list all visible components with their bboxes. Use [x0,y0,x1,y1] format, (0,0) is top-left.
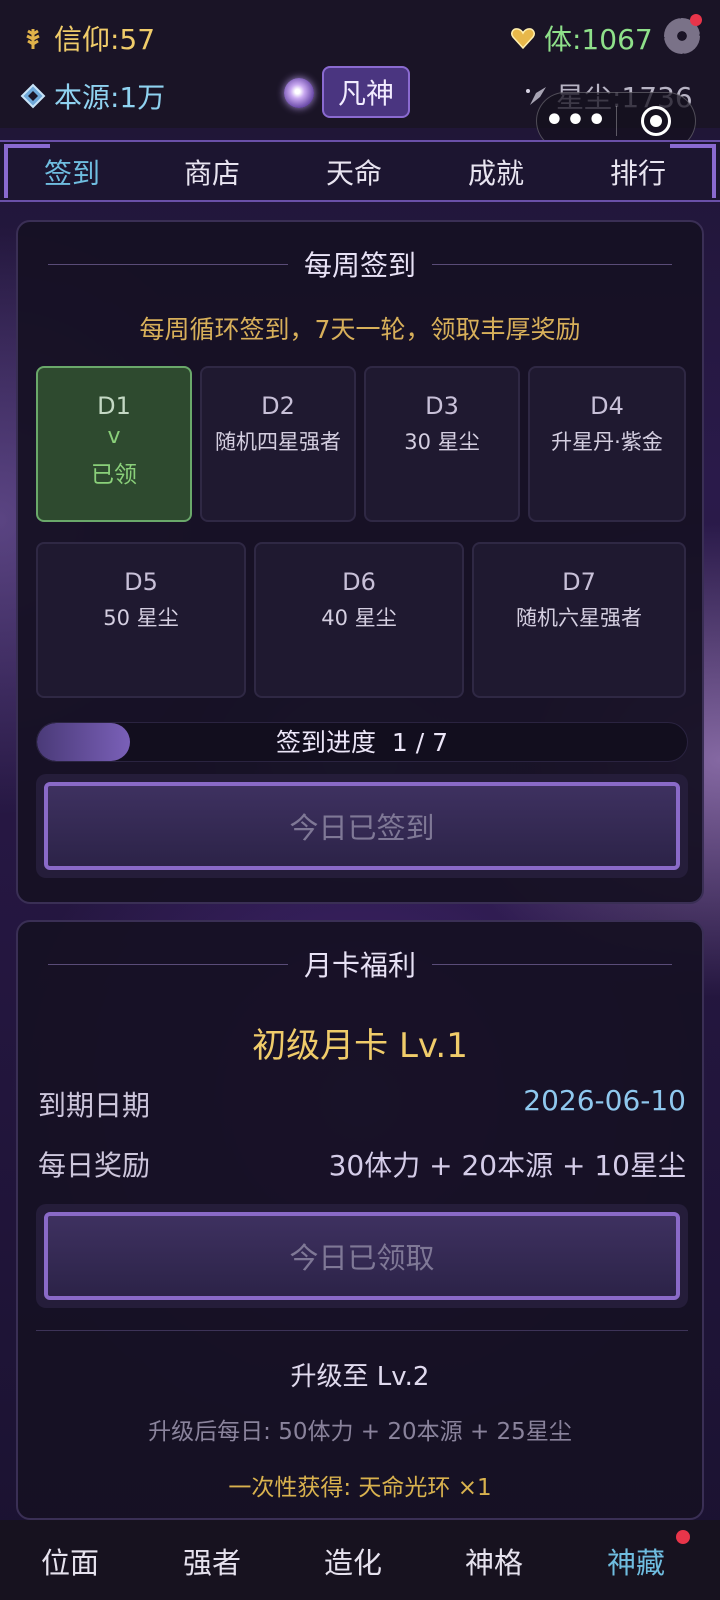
day-card-d2[interactable]: D2 随机四星强者 [200,366,356,522]
monthly-title: 月卡福利 [303,949,416,982]
daily-reward-row: 每日奖励 30体力 + 20本源 + 10星尘 [38,1144,686,1184]
weekly-title-row: 每周签到 [18,244,702,284]
weekly-title: 每周签到 [303,249,416,282]
nav-notification-dot [676,1530,690,1544]
day-label: D1 [97,392,131,420]
weekly-hint: 每周循环签到，7天一轮，领取丰厚奖励 [139,315,581,344]
diamond-icon [20,83,46,109]
day-label: D4 [590,392,624,420]
day-reward: 随机四星强者 [215,430,341,454]
day-reward: 升星丹·紫金 [551,430,663,454]
day-label: D7 [562,568,596,596]
heart-icon [511,28,535,50]
signin-progress-bar: 签到进度 1 / 7 [36,722,688,762]
faith-stat: 信仰:57 [20,18,155,58]
upgrade-daily: 升级后每日: 50体力 + 20本源 + 25星尘 [148,1419,572,1445]
nav-godhood[interactable]: 神格 [444,1540,544,1582]
day-reward: 30 星尘 [404,430,480,454]
rank-orb-icon [284,78,314,108]
signin-button-frame: 今日已签到 [36,774,688,878]
day-card-d7[interactable]: D7 随机六星强者 [472,542,686,698]
check-mark: v [107,424,121,449]
day-card-d3[interactable]: D3 30 星尘 [364,366,520,522]
day-label: D6 [342,568,376,596]
origin-value: 本源:1万 [54,81,166,114]
title-rule [47,963,288,965]
rank-badge[interactable]: 凡神 [322,66,411,118]
daily-reward-label: 每日奖励 [38,1149,151,1182]
tab-shop[interactable]: 商店 [162,152,262,192]
card-name: 初级月卡 Lv.1 [252,1026,468,1066]
notification-dot [690,14,702,26]
upgrade-one-time: 一次性获得: 天命光环 ×1 [228,1475,492,1501]
tab-signin[interactable]: 签到 [22,152,122,192]
progress-count: 1 / 7 [391,728,449,757]
claim-button-frame: 今日已领取 [36,1204,688,1308]
day-label: D3 [425,392,459,420]
tab-ranking[interactable]: 排行 [588,152,688,192]
day-card-d5[interactable]: D5 50 星尘 [36,542,246,698]
stamina-stat: 体:1067 [510,18,653,58]
daily-reward-value: 30体力 + 20本源 + 10星尘 [328,1149,686,1182]
monthly-title-row: 月卡福利 [18,944,702,984]
expiry-value: 2026-06-10 [523,1084,686,1117]
tab-destiny[interactable]: 天命 [304,152,404,192]
claimed-status: 已领 [91,462,137,488]
nav-creation[interactable]: 造化 [303,1540,403,1582]
day-label: D5 [124,568,158,596]
progress-label: 签到进度 [275,728,376,757]
day-card-d4[interactable]: D4 升星丹·紫金 [528,366,686,522]
expiry-row: 到期日期 2026-06-10 [38,1084,686,1124]
nav-treasury[interactable]: 神藏 [586,1540,686,1582]
target-icon [640,106,671,136]
day-card-d1[interactable]: D1 v 已领 [36,366,192,522]
weekly-signin-panel: 每周签到 每周循环签到，7天一轮，领取丰厚奖励 D1 v 已领 D2 随机四星强… [16,220,704,904]
upgrade-title: 升级至 Lv.2 [290,1362,430,1392]
day-reward: 随机六星强者 [516,606,642,630]
faith-value: 信仰:57 [54,23,156,56]
claimed-today-button[interactable]: 今日已领取 [44,1212,680,1300]
signed-in-button[interactable]: 今日已签到 [44,782,680,870]
tab-achievements[interactable]: 成就 [446,152,546,192]
close-miniprogram-button[interactable] [617,106,695,136]
day-reward: 50 星尘 [103,606,179,630]
section-divider [36,1330,688,1331]
title-rule [432,263,672,265]
nav-heroes[interactable]: 强者 [162,1540,262,1582]
nav-plane[interactable]: 位面 [20,1540,120,1582]
top-tab-bar: 签到 商店 天命 成就 排行 [0,140,720,202]
day-label: D2 [261,392,295,420]
title-rule [432,963,672,965]
stamina-value: 体:1067 [544,23,653,56]
title-rule [47,263,288,265]
more-menu-button[interactable]: ••• [537,106,616,136]
progress-text: 签到进度 1 / 7 [37,723,687,761]
expiry-label: 到期日期 [38,1089,151,1122]
monthly-card-panel: 月卡福利 初级月卡 Lv.1 到期日期 2026-06-10 每日奖励 30体力… [16,920,704,1520]
day-reward: 40 星尘 [321,606,397,630]
bottom-nav: 位面 强者 造化 神格 神藏 [0,1520,720,1600]
day-card-d6[interactable]: D6 40 星尘 [254,542,464,698]
origin-stat: 本源:1万 [20,76,165,116]
wheat-icon [26,29,40,49]
